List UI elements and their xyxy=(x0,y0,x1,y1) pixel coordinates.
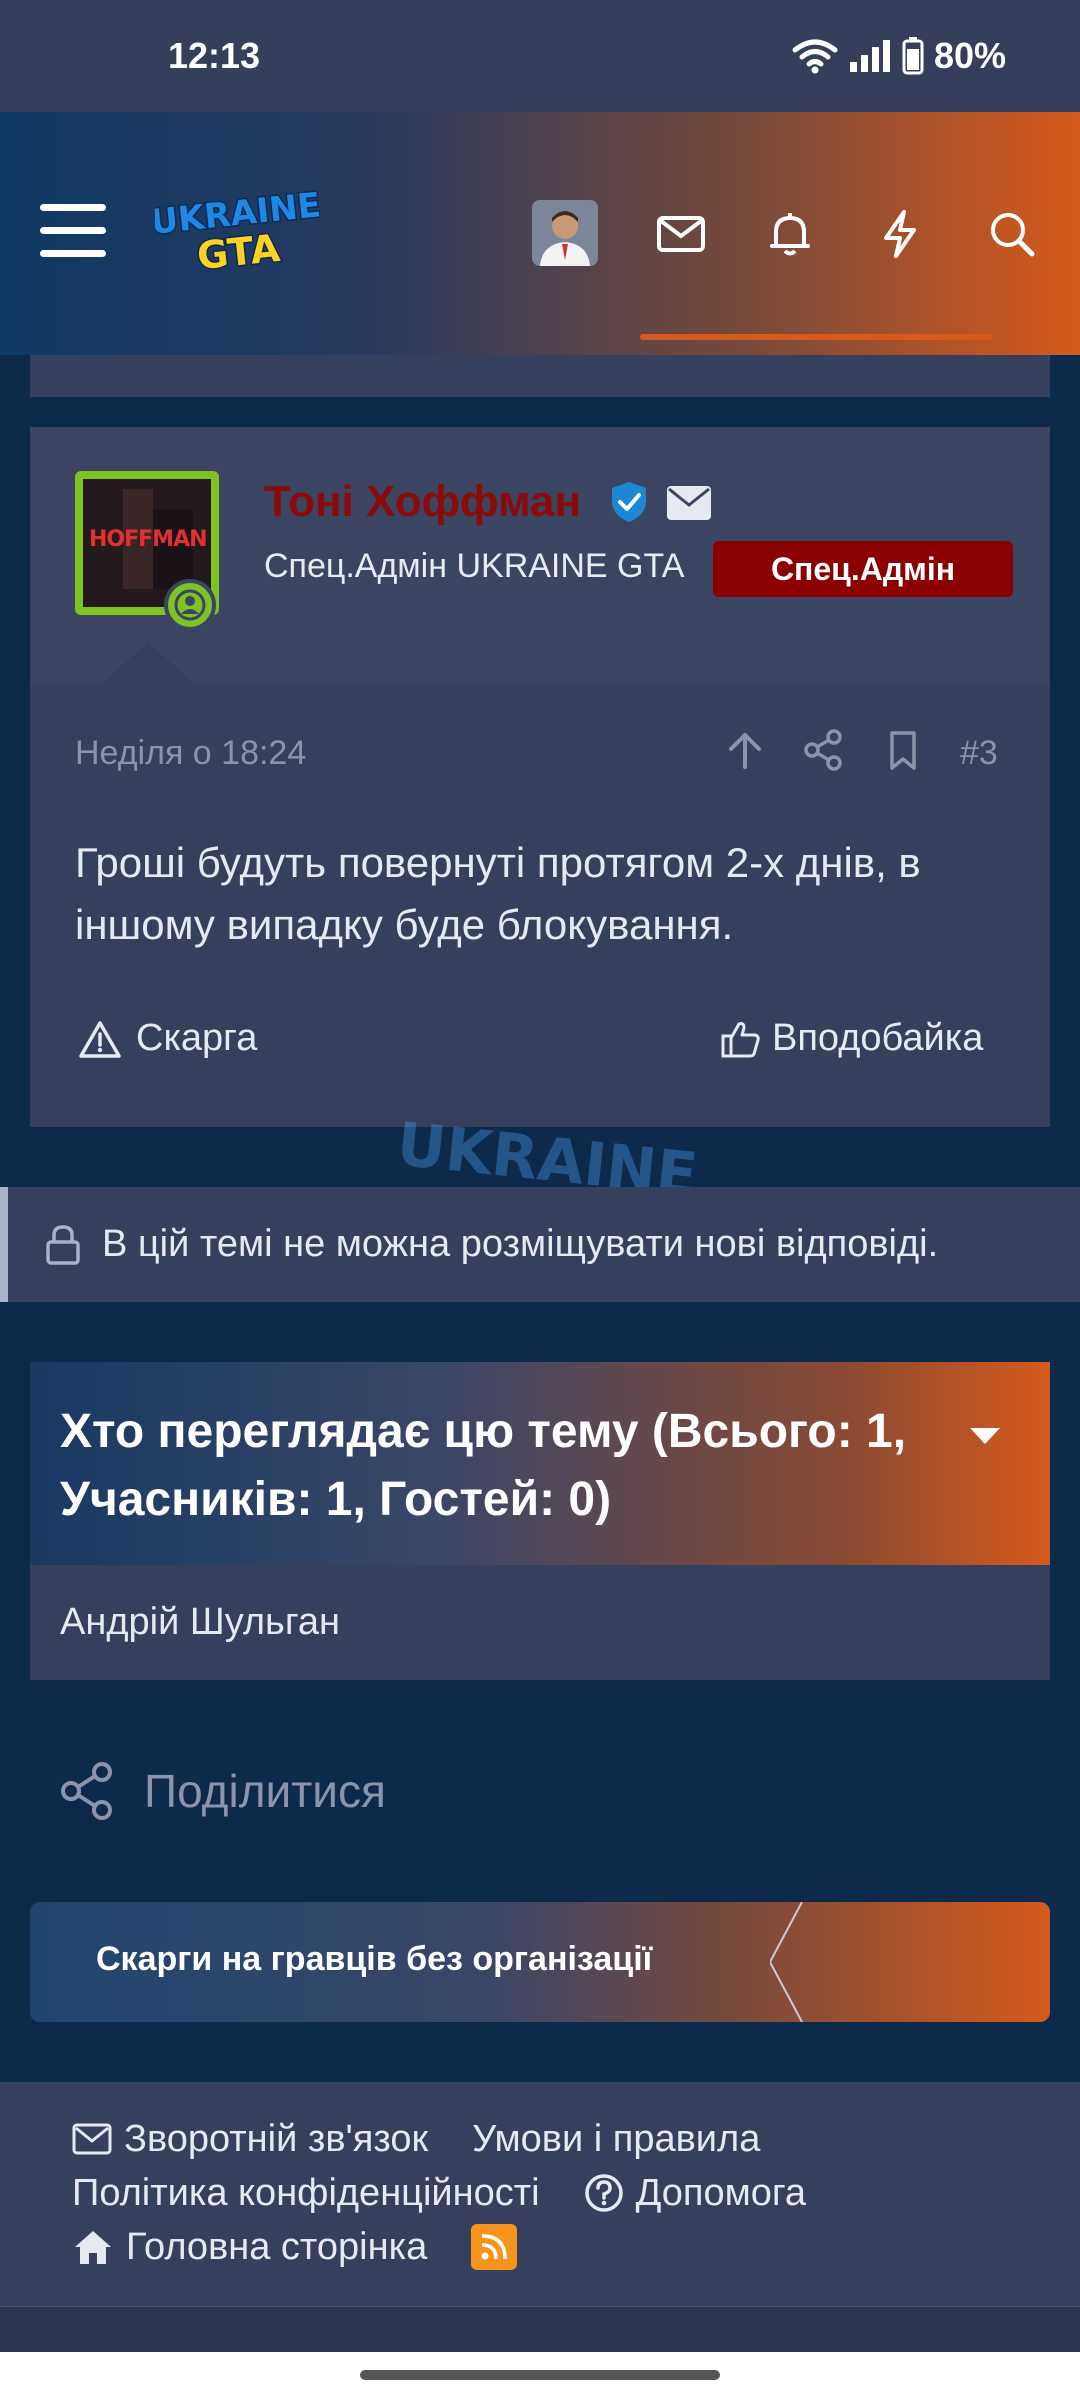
battery-level: 80% xyxy=(933,35,1006,76)
svg-text:GTA: GTA xyxy=(195,226,283,275)
wifi-icon xyxy=(792,39,838,74)
footer-home-label: Головна сторінка xyxy=(126,2225,428,2268)
share-post-icon[interactable] xyxy=(800,727,846,773)
footer-help-link[interactable]: Допомога xyxy=(584,2172,806,2215)
locked-notice-text: В цій темі не можна розміщувати нові від… xyxy=(102,1223,939,1265)
status-bar: 12:13 80% xyxy=(0,0,1080,112)
status-time: 12:13 xyxy=(168,35,261,76)
status-icons: 80% xyxy=(792,35,1006,77)
mail-icon[interactable] xyxy=(655,208,707,260)
footer-contact-link[interactable]: Зворотній зв'язок xyxy=(72,2118,428,2161)
footer-bottom-bar xyxy=(0,2306,1080,2352)
post-user-header: HOFFMAN Тоні Хоффман Спец.Адмін UKRAINE … xyxy=(30,427,1050,685)
report-label: Скарга xyxy=(136,1017,258,1059)
viewers-list: Андрій Шульган xyxy=(30,1565,1050,1680)
message-user-icon[interactable] xyxy=(666,485,712,521)
chevron-down-icon[interactable] xyxy=(970,1428,1000,1444)
like-button[interactable]: Вподобайка xyxy=(720,1017,983,1060)
share-label: Поділитися xyxy=(144,1765,386,1817)
online-status-icon xyxy=(164,579,216,631)
viewer-name[interactable]: Андрій Шульган xyxy=(60,1601,340,1644)
lock-icon xyxy=(46,1224,80,1265)
post-arrow xyxy=(102,641,194,685)
bookmark-icon[interactable] xyxy=(880,727,926,773)
post-card: HOFFMAN Тоні Хоффман Спец.Адмін UKRAINE … xyxy=(30,427,1050,1127)
avatar[interactable] xyxy=(532,200,598,266)
footer-privacy-label: Політика конфіденційності xyxy=(72,2171,540,2214)
post-number[interactable]: #3 xyxy=(960,734,998,773)
role-badge: Спец.Адмін xyxy=(713,541,1013,597)
footer-terms-link[interactable]: Умови і правила xyxy=(472,2118,760,2161)
mail-icon xyxy=(72,2123,112,2155)
site-logo[interactable]: UKRAINE GTA xyxy=(155,187,320,275)
thumbs-up-icon xyxy=(721,1021,760,1057)
bell-icon[interactable] xyxy=(764,208,816,260)
previous-post-bottom xyxy=(30,355,1050,397)
post-username[interactable]: Тоні Хоффман xyxy=(264,477,581,527)
share-icon xyxy=(61,1762,112,1820)
scroll-up-icon[interactable] xyxy=(722,727,768,773)
footer-contact-label: Зворотній зв'язок xyxy=(124,2117,429,2160)
footer-help-label: Допомога xyxy=(635,2171,807,2214)
share-button[interactable]: Поділитися xyxy=(58,1760,386,1822)
viewers-title: Хто переглядає цю тему (Всього: 1, Учасн… xyxy=(60,1405,907,1526)
header-accent-line xyxy=(640,334,992,340)
post-body: Гроші будуть повернуті протягом 2-х днів… xyxy=(75,839,921,948)
report-button[interactable]: Скарга xyxy=(78,1017,257,1060)
thread-viewers-header[interactable]: Хто переглядає цю тему (Всього: 1, Учасн… xyxy=(30,1362,1050,1565)
breadcrumb[interactable]: Скарги на гравців без організації xyxy=(30,1902,1050,2022)
breadcrumb-item[interactable]: Скарги на гравців без організації xyxy=(96,1940,652,1979)
footer-terms-label: Умови і правила xyxy=(472,2117,761,2160)
signal-icon xyxy=(849,40,890,72)
verified-icon xyxy=(612,482,646,522)
battery-icon xyxy=(902,37,924,75)
like-label: Вподобайка xyxy=(772,1017,984,1059)
site-header: UKRAINE GTA xyxy=(0,112,1080,355)
lightning-icon[interactable] xyxy=(874,208,926,260)
post-date[interactable]: Неділя о 18:24 xyxy=(75,734,306,773)
footer-privacy-link[interactable]: Політика конфіденційності xyxy=(72,2172,540,2215)
breadcrumb-chevron-icon xyxy=(770,1902,803,2022)
system-navigation-bar xyxy=(0,2352,1080,2400)
help-icon xyxy=(584,2174,623,2212)
rss-icon[interactable] xyxy=(471,2224,518,2270)
footer-home-link[interactable]: Головна сторінка xyxy=(72,2226,427,2269)
warning-icon xyxy=(79,1020,121,1058)
menu-icon[interactable] xyxy=(40,204,106,260)
search-icon[interactable] xyxy=(986,208,1038,260)
home-icon xyxy=(75,2231,111,2264)
home-gesture-handle[interactable] xyxy=(360,2370,720,2380)
locked-thread-notice: В цій темі не можна розміщувати нові від… xyxy=(0,1187,1080,1302)
user-title: Спец.Адмін UKRAINE GTA xyxy=(264,547,685,585)
